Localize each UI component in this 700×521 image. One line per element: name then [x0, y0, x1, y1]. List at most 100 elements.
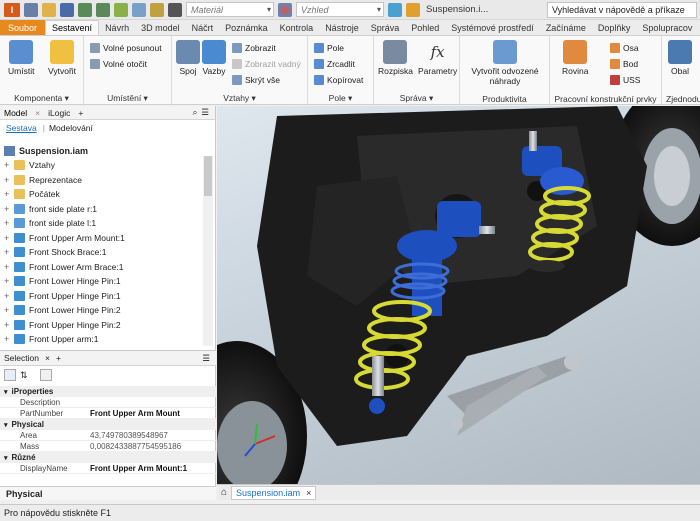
group-label[interactable]: Pole ▾	[308, 93, 373, 104]
tree-item[interactable]: + Front Lower Hinge Pin:2	[0, 303, 202, 318]
property-value[interactable]: 0,0082433887754595186	[90, 442, 181, 451]
joint-button[interactable]: Spoj	[176, 40, 200, 76]
tree-item[interactable]: + Front Shock Brace:1	[0, 245, 202, 260]
free-move-button[interactable]: Volné posunout	[90, 42, 162, 54]
undo-icon[interactable]	[78, 2, 92, 17]
tab-3d-model[interactable]: 3D model	[135, 20, 186, 35]
property-row[interactable]: Description	[0, 397, 216, 408]
tab-kontrola[interactable]: Kontrola	[274, 20, 320, 35]
mirror-button[interactable]: Zrcadlit	[314, 58, 355, 70]
tree-item[interactable]: + Front Upper Hinge Pin:2	[0, 318, 202, 333]
expand-icon[interactable]: +	[4, 291, 14, 301]
select-icon[interactable]	[132, 2, 146, 17]
subtab-modelovani[interactable]: Modelování	[49, 123, 93, 133]
expand-icon[interactable]: +	[4, 262, 14, 272]
new-file-icon[interactable]	[24, 2, 38, 17]
pattern-button[interactable]: Pole	[314, 42, 344, 54]
open-folder-icon[interactable]	[42, 2, 56, 17]
group-label[interactable]: Správa ▾	[374, 93, 459, 104]
place-button[interactable]: Umístit	[8, 40, 34, 76]
property-category[interactable]: ▾ iProperties	[0, 386, 216, 397]
bom-button[interactable]: Rozpiska	[378, 40, 413, 76]
expand-icon[interactable]: +	[4, 247, 14, 257]
expand-icon[interactable]: +	[4, 320, 14, 330]
close-icon[interactable]: ×	[31, 108, 44, 118]
tab-nacrt[interactable]: Náčrt	[186, 20, 220, 35]
categorized-icon[interactable]	[4, 369, 16, 381]
property-pages-icon[interactable]	[39, 369, 52, 381]
browser-scrollbar[interactable]	[203, 156, 213, 346]
tab-sprava[interactable]: Správa	[365, 20, 406, 35]
property-row[interactable]: DisplayName Front Upper Arm Mount:1	[0, 463, 216, 474]
tree-item[interactable]: + Vztahy	[0, 158, 202, 173]
tab-navrh[interactable]: Návrh	[99, 20, 135, 35]
tab-nastroje[interactable]: Nástroje	[319, 20, 365, 35]
property-value[interactable]: Front Upper Arm Mount:1	[90, 464, 187, 473]
expand-icon[interactable]: +	[4, 305, 14, 315]
collapse-icon[interactable]: ▾	[4, 388, 8, 396]
tree-item[interactable]: + front side plate l:1	[0, 216, 202, 231]
appearance-combo[interactable]: Vzhled ▾	[296, 2, 384, 17]
group-label[interactable]: Komponenta ▾	[0, 93, 83, 104]
property-value[interactable]: Front Upper Arm Mount	[90, 409, 180, 418]
collapse-icon[interactable]: ▾	[4, 454, 8, 462]
property-row[interactable]: Area 43,749780389548967	[0, 430, 216, 441]
add-tab-icon[interactable]: +	[74, 108, 87, 118]
expand-icon[interactable]: +	[4, 189, 14, 199]
tree-root[interactable]: Suspension.iam	[0, 144, 202, 158]
expand-icon[interactable]: +	[4, 334, 14, 344]
tab-ilogic[interactable]: iLogic	[44, 108, 74, 118]
document-tab[interactable]: Suspension.iam ×	[231, 485, 317, 500]
tab-zaciname[interactable]: Začínáme	[540, 20, 592, 35]
property-category[interactable]: ▾ Různé	[0, 452, 216, 463]
property-value[interactable]: 43,749780389548967	[90, 431, 168, 440]
expand-icon[interactable]: +	[4, 204, 14, 214]
tree-item[interactable]: + Front Upper arm:1	[0, 332, 202, 344]
create-button[interactable]: Vytvořit	[48, 40, 76, 76]
tree-item[interactable]: + Reprezentace	[0, 173, 202, 188]
group-label[interactable]: Vztahy ▾	[172, 93, 307, 104]
home-icon[interactable]	[114, 2, 128, 17]
show-sick-button[interactable]: Zobrazit vadný	[232, 58, 301, 70]
tab-pohled[interactable]: Pohled	[405, 20, 445, 35]
add-tab-icon[interactable]: +	[56, 353, 61, 363]
sync-icon[interactable]	[406, 2, 420, 17]
measure-icon[interactable]	[150, 2, 164, 17]
axis-button[interactable]: Osa	[610, 42, 639, 54]
property-row[interactable]: PartNumber Front Upper Arm Mount	[0, 408, 216, 419]
expand-icon[interactable]: +	[4, 175, 14, 185]
shrinkwrap-button[interactable]: Obal	[668, 40, 692, 76]
tab-spolupracovat[interactable]: Spolupracov	[636, 20, 698, 35]
expand-icon[interactable]: +	[4, 233, 14, 243]
tree-item[interactable]: + Front Upper Hinge Pin:1	[0, 289, 202, 304]
selection-title[interactable]: Selection	[4, 353, 39, 363]
subtab-sestava[interactable]: Sestava	[6, 123, 37, 133]
property-category[interactable]: ▾ Physical	[0, 419, 216, 430]
app-logo[interactable]: I	[4, 2, 20, 17]
plane-button[interactable]: Rovina	[562, 40, 588, 76]
parameters-button[interactable]: fx Parametry	[418, 40, 457, 76]
redo-icon[interactable]	[96, 2, 110, 17]
expand-icon[interactable]: +	[4, 276, 14, 286]
free-rotate-button[interactable]: Volné otočit	[90, 58, 147, 70]
point-button[interactable]: Bod	[610, 58, 638, 70]
property-row[interactable]: Mass 0,0082433887754595186	[0, 441, 216, 452]
help-search-input[interactable]: Vyhledávat v nápovědě a příkaze	[547, 2, 697, 18]
tree-item[interactable]: + Front Lower Arm Brace:1	[0, 260, 202, 275]
show-button[interactable]: Zobrazit	[232, 42, 276, 54]
ucs-button[interactable]: USS	[610, 74, 640, 86]
tree-item[interactable]: + Front Lower Hinge Pin:1	[0, 274, 202, 289]
derived-substitutes-button[interactable]: Vytvořit odvozené náhrady	[468, 40, 542, 86]
menu-icon[interactable]: ☰	[201, 107, 209, 118]
tree-item[interactable]: + Front Upper Arm Mount:1	[0, 231, 202, 246]
material-combo[interactable]: Materiál ▾	[186, 2, 274, 17]
close-icon[interactable]: ×	[306, 488, 311, 498]
collapse-icon[interactable]: ▾	[4, 421, 8, 429]
menu-icon[interactable]: ☰	[202, 353, 210, 364]
close-icon[interactable]: ×	[45, 353, 50, 363]
tab-poznamka[interactable]: Poznámka	[219, 20, 274, 35]
tab-sestaveni[interactable]: Sestavení	[45, 20, 100, 35]
tab-systemove-prostredi[interactable]: Systémové prostředí	[445, 20, 540, 35]
constrain-button[interactable]: Vazby	[202, 40, 226, 76]
copy-button[interactable]: Kopírovat	[314, 74, 363, 86]
